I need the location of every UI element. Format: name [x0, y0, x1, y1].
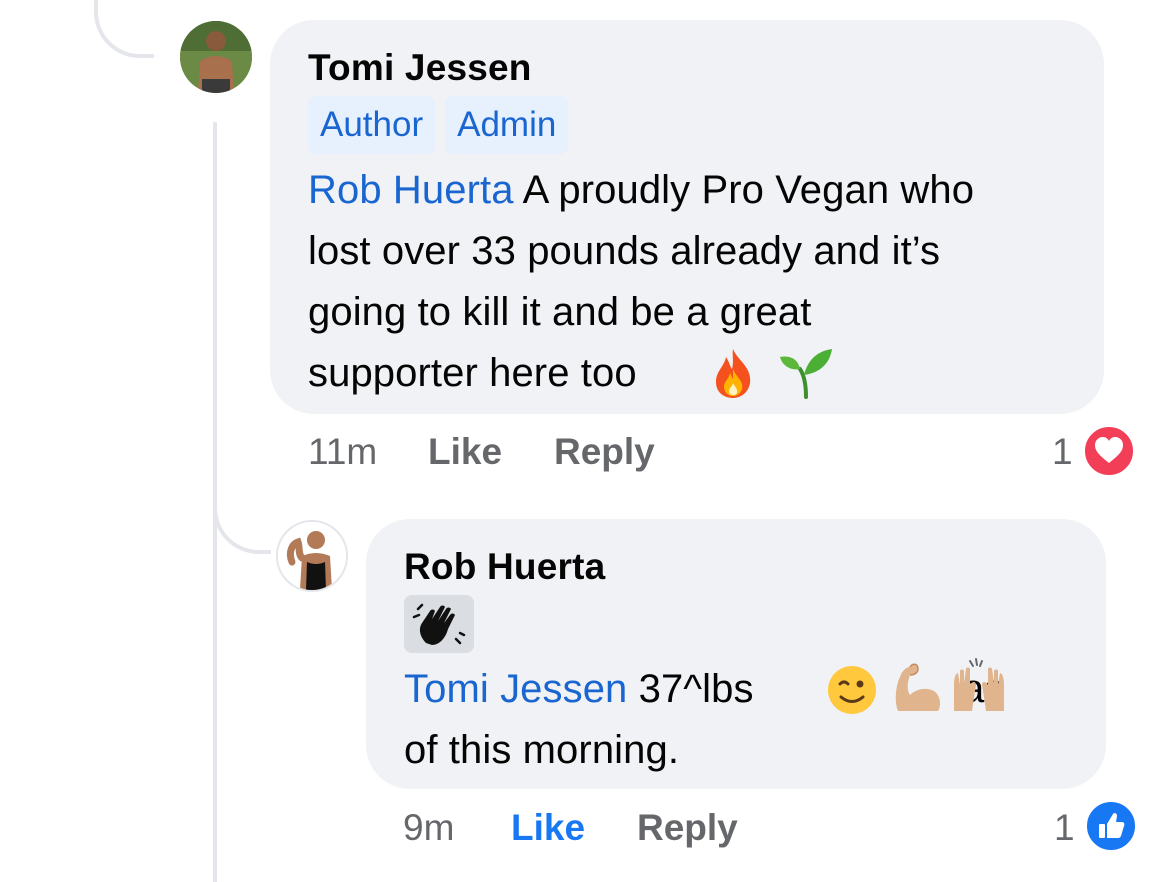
- comment-like-button[interactable]: Like: [428, 430, 502, 474]
- reply-actions: 9m Like Reply: [403, 806, 823, 850]
- thumbs-up-icon[interactable]: [1084, 799, 1138, 853]
- avatar-rob-huerta-image: [278, 522, 346, 590]
- winking-face-icon: [828, 666, 876, 714]
- avatar-rob-huerta[interactable]: [276, 520, 348, 592]
- thread-connector-reply: [213, 460, 271, 554]
- reply-bubble: Rob Huerta Tomi Jessen 37^lbs as of this…: [366, 519, 1106, 789]
- flexed-biceps-icon: [895, 663, 941, 711]
- comment-bubble: Tomi Jessen Author Admin Rob Huerta A pro…: [270, 20, 1104, 414]
- fire-icon: [716, 349, 751, 398]
- comment-line-4: supporter here too: [308, 351, 637, 395]
- raising-hands-icon: [954, 658, 1004, 711]
- comment-author-name[interactable]: Tomi Jessen: [308, 46, 1066, 90]
- reply-line-2: of this morning.: [404, 728, 680, 772]
- comment-text: Rob Huerta A proudly Pro Vegan who lost …: [308, 160, 1066, 404]
- reply-author-name[interactable]: Rob Huerta: [404, 545, 1068, 589]
- reply-like-button[interactable]: Like: [511, 806, 585, 850]
- reply-line-1: 37^lbs: [627, 667, 765, 711]
- seedling-icon: [780, 349, 832, 399]
- comment-timestamp[interactable]: 11m: [308, 430, 377, 474]
- comment-reaction-count[interactable]: 1: [1052, 430, 1073, 474]
- author-badges: Author Admin: [308, 96, 1066, 154]
- comment-line-1: A proudly Pro Vegan who: [513, 168, 975, 212]
- reply-reaction-count[interactable]: 1: [1054, 806, 1075, 850]
- avatar-tomi-jessen[interactable]: [180, 21, 252, 93]
- comment-line-2: lost over 33 pounds already and it’s: [308, 229, 941, 273]
- reply-text: Tomi Jessen 37^lbs as of this morning.: [404, 658, 1068, 781]
- mention-tomi-jessen[interactable]: Tomi Jessen: [404, 667, 627, 711]
- thread-connector-top: [94, 0, 154, 58]
- avatar-tomi-jessen-image: [180, 21, 252, 93]
- heart-icon[interactable]: [1082, 424, 1136, 478]
- reply-reply-button[interactable]: Reply: [637, 806, 738, 850]
- waving-hand-badge: [404, 595, 474, 653]
- reply-timestamp[interactable]: 9m: [403, 806, 454, 850]
- author-badge: Author: [308, 96, 436, 154]
- comment-reply-button[interactable]: Reply: [554, 430, 655, 474]
- waving-hand-icon: [412, 603, 466, 645]
- admin-badge: Admin: [445, 96, 569, 154]
- comment-line-3: going to kill it and be a great: [308, 290, 812, 334]
- mention-rob-huerta[interactable]: Rob Huerta: [308, 168, 514, 212]
- comment-actions: 11m Like Reply: [308, 430, 728, 474]
